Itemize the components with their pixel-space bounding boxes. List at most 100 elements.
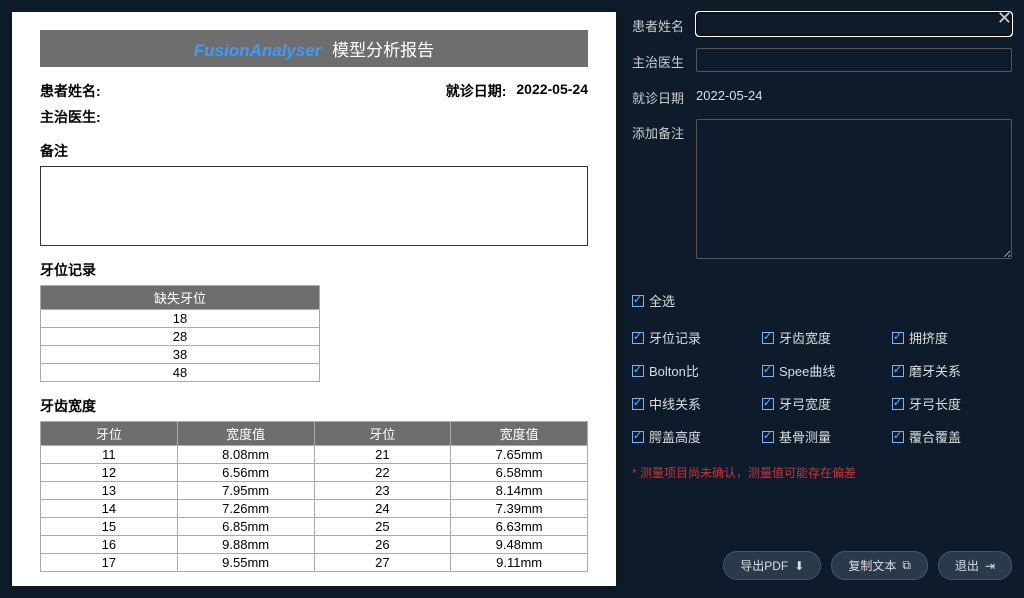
checkbox-item[interactable]: 拥挤度 — [892, 328, 1012, 347]
copy-text-button[interactable]: 复制文本 ⧉ — [831, 551, 928, 580]
checkbox-item[interactable]: Spee曲线 — [762, 361, 882, 380]
table-cell: 6.85mm — [177, 518, 314, 536]
table-header: 牙位 — [41, 422, 178, 446]
table-cell: 7.65mm — [451, 446, 588, 464]
table-cell: 27 — [314, 554, 451, 572]
meta-row-1: 患者姓名: 就诊日期: 2022-05-24 — [40, 81, 588, 101]
checkbox-label: Spee曲线 — [779, 361, 835, 380]
warning-text: * 测量项目尚未确认，测量值可能存在偏差 — [632, 464, 1012, 481]
table-cell: 48 — [41, 364, 320, 382]
table-cell: 6.63mm — [451, 518, 588, 536]
table-cell: 7.39mm — [451, 500, 588, 518]
checkbox-area: 全选 牙位记录牙齿宽度拥挤度Bolton比Spee曲线磨牙关系中线关系牙弓宽度牙… — [632, 291, 1012, 481]
checkbox-icon[interactable] — [762, 398, 774, 410]
table-cell: 7.26mm — [177, 500, 314, 518]
table-header: 宽度值 — [451, 422, 588, 446]
main-container: FusionAnalyser 模型分析报告 患者姓名: 就诊日期: 2022-0… — [0, 0, 1024, 598]
checkbox-item[interactable]: 磨牙关系 — [892, 361, 1012, 380]
exit-label: 退出 — [955, 557, 979, 574]
tooth-width-title: 牙齿宽度 — [40, 396, 588, 416]
table-cell: 23 — [314, 482, 451, 500]
checkbox-grid: 牙位记录 牙齿宽度 拥挤度 Bolton比 Spee曲线 磨牙关系中线关系 牙弓宽度 牙弓长度… — [632, 328, 1012, 446]
table-cell: 6.58mm — [451, 464, 588, 482]
button-row: 导出PDF ⬇ 复制文本 ⧉ 退出 ⇥ — [632, 551, 1012, 586]
copy-icon: ⧉ — [902, 558, 911, 573]
checkbox-icon[interactable] — [892, 332, 904, 344]
checkbox-item[interactable]: 腭盖高度 — [632, 427, 752, 446]
table-header: 牙位 — [314, 422, 451, 446]
checkbox-item[interactable]: 覆合覆盖 — [892, 427, 1012, 446]
export-pdf-label: 导出PDF — [740, 557, 788, 574]
checkbox-icon[interactable] — [632, 295, 644, 307]
checkbox-label: 基骨测量 — [779, 427, 831, 446]
table-cell: 26 — [314, 536, 451, 554]
exit-button[interactable]: 退出 ⇥ — [938, 551, 1012, 580]
checkbox-icon[interactable] — [762, 431, 774, 443]
checkbox-icon[interactable] — [892, 431, 904, 443]
report-title-suffix: 模型分析报告 — [332, 41, 434, 60]
doctor-label: 主治医生: — [40, 107, 101, 127]
close-icon[interactable]: ✕ — [997, 8, 1012, 29]
doctor-name-input[interactable] — [696, 48, 1012, 72]
table-cell: 9.48mm — [451, 536, 588, 554]
remark-textarea[interactable] — [696, 119, 1012, 259]
doctor-field-label: 主治医生 — [632, 48, 688, 71]
checkbox-icon[interactable] — [632, 431, 644, 443]
checkbox-icon[interactable] — [892, 365, 904, 377]
table-cell: 12 — [41, 464, 178, 482]
checkbox-label: 腭盖高度 — [649, 427, 701, 446]
visit-field-label: 就诊日期 — [632, 84, 688, 107]
checkbox-item[interactable]: 牙齿宽度 — [762, 328, 882, 347]
visit-field-value: 2022-05-24 — [696, 84, 763, 103]
download-icon: ⬇ — [794, 559, 804, 573]
checkbox-label: 牙弓长度 — [909, 394, 961, 413]
table-cell: 13 — [41, 482, 178, 500]
checkbox-label: 中线关系 — [649, 394, 701, 413]
table-cell: 6.56mm — [177, 464, 314, 482]
checkbox-icon[interactable] — [892, 398, 904, 410]
patient-field-label: 患者姓名 — [632, 12, 688, 35]
table-cell: 7.95mm — [177, 482, 314, 500]
select-all-row[interactable]: 全选 — [632, 291, 1012, 310]
table-cell: 17 — [41, 554, 178, 572]
table-cell: 21 — [314, 446, 451, 464]
checkbox-icon[interactable] — [762, 332, 774, 344]
checkbox-icon[interactable] — [632, 398, 644, 410]
checkbox-item[interactable]: 牙弓长度 — [892, 394, 1012, 413]
table-cell: 24 — [314, 500, 451, 518]
sidebar: 患者姓名 主治医生 就诊日期 2022-05-24 添加备注 全选 牙位记录 牙齿… — [632, 12, 1012, 586]
select-all-label: 全选 — [649, 291, 675, 310]
exit-icon: ⇥ — [985, 559, 995, 573]
checkbox-item[interactable]: 中线关系 — [632, 394, 752, 413]
tooth-width-table: 牙位宽度值牙位宽度值 118.08mm217.65mm126.56mm226.5… — [40, 421, 588, 572]
visit-label: 就诊日期: — [446, 81, 507, 101]
checkbox-item[interactable]: 牙位记录 — [632, 328, 752, 347]
checkbox-icon[interactable] — [762, 365, 774, 377]
checkbox-label: 拥挤度 — [909, 328, 948, 347]
copy-text-label: 复制文本 — [848, 557, 896, 574]
remark-field-label: 添加备注 — [632, 119, 688, 142]
table-header: 宽度值 — [177, 422, 314, 446]
checkbox-item[interactable]: 牙弓宽度 — [762, 394, 882, 413]
table-cell: 9.55mm — [177, 554, 314, 572]
table-cell: 22 — [314, 464, 451, 482]
table-cell: 38 — [41, 346, 320, 364]
checkbox-item[interactable]: Bolton比 — [632, 361, 752, 380]
visit-value: 2022-05-24 — [516, 81, 588, 101]
brand-name: FusionAnalyser — [194, 41, 322, 60]
table-cell: 15 — [41, 518, 178, 536]
table-cell: 9.11mm — [451, 554, 588, 572]
table-cell: 8.14mm — [451, 482, 588, 500]
checkbox-label: 牙齿宽度 — [779, 328, 831, 347]
checkbox-label: 牙弓宽度 — [779, 394, 831, 413]
remark-section-title: 备注 — [40, 141, 588, 161]
checkbox-icon[interactable] — [632, 332, 644, 344]
export-pdf-button[interactable]: 导出PDF ⬇ — [723, 551, 821, 580]
checkbox-label: Bolton比 — [649, 361, 699, 380]
table-cell: 18 — [41, 310, 320, 328]
patient-name-input[interactable] — [696, 12, 1012, 36]
checkbox-label: 磨牙关系 — [909, 361, 961, 380]
checkbox-icon[interactable] — [632, 365, 644, 377]
checkbox-item[interactable]: 基骨测量 — [762, 427, 882, 446]
table-cell: 9.88mm — [177, 536, 314, 554]
